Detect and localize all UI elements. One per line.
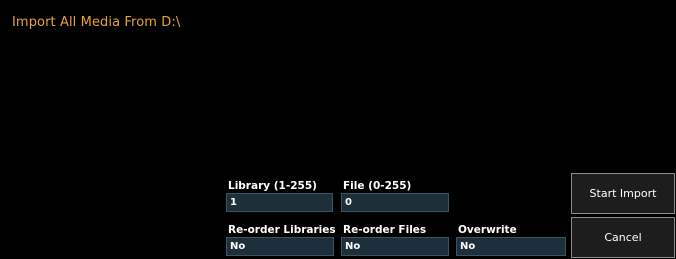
reorder-files-field[interactable]: No <box>341 237 449 256</box>
reorder-libraries-field[interactable]: No <box>226 237 334 256</box>
file-label: File (0-255) <box>343 180 412 192</box>
overwrite-label: Overwrite <box>458 224 517 236</box>
dialog-title: Import All Media From D:\ <box>12 15 181 30</box>
cancel-button[interactable]: Cancel <box>571 217 675 258</box>
reorder-libraries-label: Re-order Libraries <box>228 224 336 236</box>
library-label: Library (1-255) <box>228 180 317 192</box>
reorder-files-label: Re-order Files <box>343 224 427 236</box>
start-import-button[interactable]: Start Import <box>571 173 675 214</box>
file-field[interactable]: 0 <box>341 193 449 212</box>
library-field[interactable]: 1 <box>226 193 333 212</box>
overwrite-field[interactable]: No <box>456 237 566 256</box>
